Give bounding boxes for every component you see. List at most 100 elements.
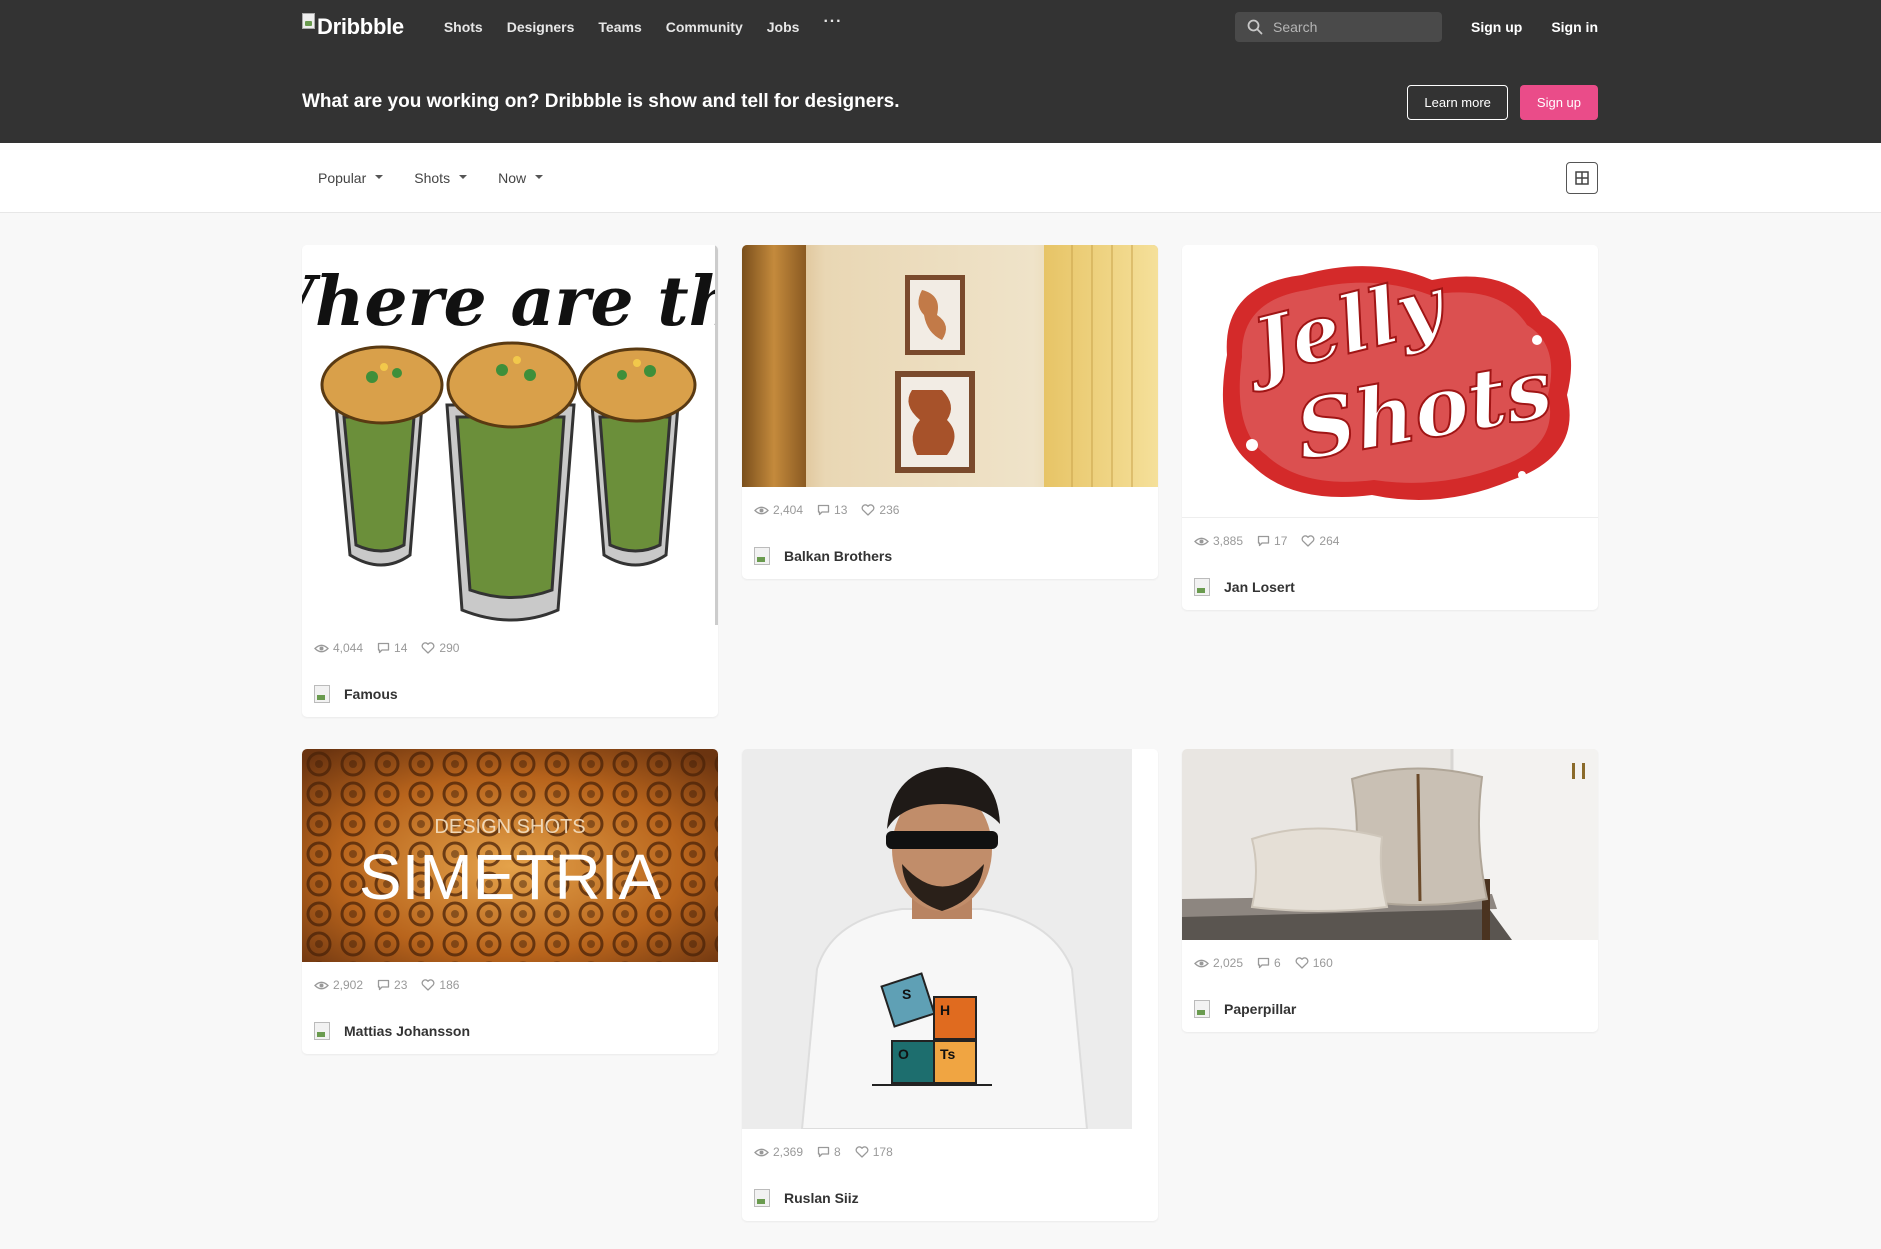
likes-stat[interactable]: 160	[1295, 956, 1333, 970]
author-name[interactable]: Paperpillar	[1224, 1001, 1296, 1017]
shot-subtitle: DESIGN SHOTS	[434, 816, 585, 838]
likes-stat[interactable]: 178	[855, 1145, 893, 1159]
comments-stat: 23	[377, 978, 407, 992]
shot-thumbnail[interactable]: Where are the	[302, 245, 718, 625]
views-stat: 2,025	[1194, 956, 1243, 970]
avatar	[754, 547, 770, 565]
top-header: Dribbble Shots Designers Teams Community…	[0, 0, 1881, 143]
shot-thumbnail[interactable]	[742, 245, 1158, 487]
shot-thumbnail[interactable]: S H O Ts	[742, 749, 1158, 1129]
nav-sign-up-link[interactable]: Sign up	[1471, 19, 1522, 35]
svg-text:S: S	[902, 986, 911, 1002]
views-count: 4,044	[333, 641, 364, 655]
shot-stats: 3,885 17 264	[1182, 518, 1598, 564]
nav-link-designers[interactable]: Designers	[495, 19, 587, 35]
grid-view-toggle[interactable]	[1566, 162, 1598, 194]
pillows-photo	[1182, 749, 1598, 940]
nav-link-shots[interactable]: Shots	[432, 19, 495, 35]
type-dropdown[interactable]: Shots	[414, 170, 468, 186]
shot-author[interactable]: Jan Losert	[1182, 564, 1598, 610]
shot-author[interactable]: Famous	[302, 671, 718, 717]
search-input[interactable]	[1273, 19, 1423, 35]
likes-count: 160	[1312, 956, 1333, 970]
hero-banner: What are you working on? Dribbble is sho…	[302, 84, 1598, 120]
shot-author[interactable]: Paperpillar	[1182, 986, 1598, 1032]
likes-stat[interactable]: 186	[421, 978, 459, 992]
time-dropdown[interactable]: Now	[498, 170, 544, 186]
sort-dropdown[interactable]: Popular	[318, 170, 384, 186]
search-icon	[1247, 19, 1263, 35]
nav-link-teams[interactable]: Teams	[586, 19, 653, 35]
comment-icon	[1257, 535, 1270, 547]
eye-icon	[1194, 959, 1209, 967]
nav-sign-in-link[interactable]: Sign in	[1551, 19, 1598, 35]
shot-stats: 2,369 8 178	[742, 1129, 1158, 1175]
pani-puri-illustration: Where are the	[302, 262, 718, 622]
shot-card[interactable]: Jelly Shots 3,885 17 264 Jan Losert	[1182, 245, 1598, 610]
dribbble-logo[interactable]: Dribbble	[302, 13, 404, 40]
jelly-shots-lettering: Jelly Shots	[1222, 257, 1572, 500]
likes-stat[interactable]: 236	[861, 503, 899, 517]
filters: Popular Shots Now	[318, 143, 574, 213]
learn-more-button[interactable]: Learn more	[1407, 84, 1508, 120]
shot-card[interactable]: DESIGN SHOTS SIMETRIA 2,902 23 186 Matti…	[302, 749, 718, 1054]
comments-count: 13	[834, 503, 848, 517]
comment-icon	[377, 979, 390, 991]
svg-text:Ts: Ts	[940, 1046, 956, 1062]
likes-stat[interactable]: 290	[421, 641, 459, 655]
heart-icon	[1301, 535, 1315, 547]
comments-stat: 17	[1257, 534, 1287, 548]
shot-card[interactable]: 2,025 6 160 Paperpillar	[1182, 749, 1598, 1032]
heart-icon	[861, 504, 875, 516]
shot-stats: 2,902 23 186	[302, 962, 718, 1008]
likes-count: 236	[879, 503, 900, 517]
author-name[interactable]: Jan Losert	[1224, 579, 1295, 595]
shot-stats: 2,025 6 160	[1182, 940, 1598, 986]
avatar	[1194, 1000, 1210, 1018]
author-name[interactable]: Mattias Johansson	[344, 1023, 470, 1039]
views-stat: 2,369	[754, 1145, 803, 1159]
likes-count: 186	[439, 978, 460, 992]
nav-link-community[interactable]: Community	[654, 19, 755, 35]
nav-right: Sign up Sign in	[1235, 12, 1598, 42]
shot-author[interactable]: Mattias Johansson	[302, 1008, 718, 1054]
views-stat: 4,044	[314, 641, 363, 655]
shot-card[interactable]: S H O Ts 2,369 8 178 Ruslan Siiz	[742, 749, 1158, 1221]
filter-bar: Popular Shots Now	[0, 143, 1881, 213]
views-count: 2,404	[773, 503, 804, 517]
shot-card[interactable]: Where are the	[302, 245, 718, 717]
eye-icon	[754, 1148, 769, 1156]
comment-icon	[817, 1146, 830, 1158]
heart-icon	[421, 642, 435, 654]
eye-icon	[1194, 537, 1209, 545]
likes-count: 178	[872, 1145, 893, 1159]
shot-author[interactable]: Ruslan Siiz	[742, 1175, 1158, 1221]
avatar	[314, 685, 330, 703]
shot-thumbnail[interactable]: Jelly Shots	[1182, 245, 1598, 518]
hero-tagline: What are you working on? Dribbble is sho…	[302, 91, 900, 112]
comments-count: 8	[834, 1145, 841, 1159]
svg-text:O: O	[898, 1046, 909, 1062]
hero-sign-up-button[interactable]: Sign up	[1519, 84, 1598, 120]
author-name[interactable]: Famous	[344, 686, 398, 702]
shot-headline: SIMETRIA	[359, 841, 662, 913]
comments-stat: 6	[1257, 956, 1281, 970]
shot-headline: Where are the	[302, 262, 718, 342]
more-menu-icon[interactable]: ···	[811, 13, 854, 35]
grid-icon	[1575, 171, 1589, 185]
nav-link-jobs[interactable]: Jobs	[755, 19, 812, 35]
caret-down-icon	[459, 175, 468, 179]
avatar	[754, 1189, 770, 1207]
shot-thumbnail[interactable]: DESIGN SHOTS SIMETRIA	[302, 749, 718, 962]
shot-stats: 2,404 13 236	[742, 487, 1158, 533]
comments-count: 23	[394, 978, 408, 992]
author-name[interactable]: Balkan Brothers	[784, 548, 892, 564]
shot-card[interactable]: 2,404 13 236 Balkan Brothers	[742, 245, 1158, 579]
nav-links: Shots Designers Teams Community Jobs ···	[432, 13, 855, 35]
shot-thumbnail[interactable]	[1182, 749, 1598, 940]
likes-stat[interactable]: 264	[1301, 534, 1339, 548]
author-name[interactable]: Ruslan Siiz	[784, 1190, 859, 1206]
shot-author[interactable]: Balkan Brothers	[742, 533, 1158, 579]
search-box[interactable]	[1235, 12, 1442, 42]
eye-icon	[314, 981, 329, 989]
